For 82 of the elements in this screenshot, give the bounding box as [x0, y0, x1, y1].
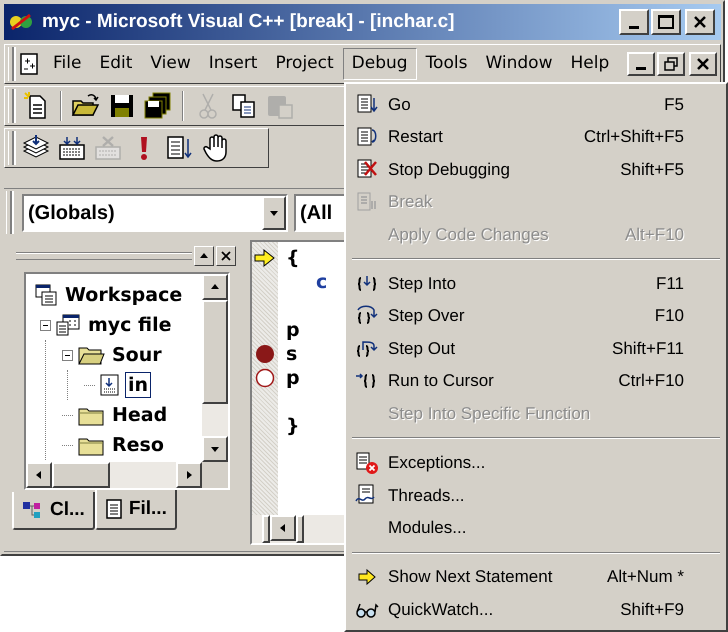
minimize-button[interactable] [619, 9, 649, 35]
exceptions-icon [355, 450, 379, 475]
code-text: { [286, 246, 300, 271]
source-file-icon [99, 373, 121, 397]
menu-item[interactable]: QuickWatch... Shift+F9 [346, 593, 726, 626]
code-text: } [286, 414, 300, 439]
menu-item[interactable]: Run to Cursor Ctrl+F10 [346, 364, 726, 398]
arrow-icon [356, 568, 378, 586]
scroll-button[interactable] [26, 462, 52, 488]
arrow-icon [253, 248, 277, 268]
disabled-breakpoint-icon [255, 368, 275, 388]
menu-item[interactable]: Go F5 [346, 88, 726, 121]
hand-icon[interactable] [202, 133, 230, 163]
tree-item[interactable]: Workspace [64, 282, 184, 308]
code-text: p [286, 318, 300, 343]
code-text: p [286, 366, 300, 391]
menu-item[interactable]: Project [266, 48, 343, 80]
menu-item[interactable]: Step Into F11 [346, 267, 726, 300]
restore-icon [664, 57, 678, 71]
code-keyword: c [316, 270, 328, 295]
close-button[interactable] [685, 9, 715, 35]
save-all-icon[interactable] [143, 91, 173, 121]
scroll-button[interactable] [270, 515, 296, 541]
toolbar-grip[interactable] [8, 89, 14, 123]
close-icon [221, 251, 231, 261]
close-icon [694, 16, 706, 28]
stop-debugging-icon [356, 158, 378, 180]
toolbar-grip[interactable] [8, 47, 14, 81]
menu-item[interactable]: Step Out Shift+F11 [346, 332, 726, 365]
breakpoint-icon [255, 344, 275, 364]
scrollbar-corner [202, 462, 228, 488]
maximize-button[interactable] [651, 9, 681, 35]
close-pane-button[interactable] [216, 246, 236, 266]
scroll-button[interactable] [202, 274, 228, 300]
project-icon [55, 313, 81, 337]
pane-tab[interactable]: Cl... [12, 492, 95, 530]
menu-item[interactable]: Stop Debugging Shift+F5 [346, 153, 726, 186]
menu-item[interactable]: Insert [200, 48, 266, 80]
menu-item[interactable]: Step Over F10 [346, 300, 726, 332]
restore-button[interactable] [657, 52, 685, 76]
menu-item[interactable]: Window [476, 48, 562, 80]
code-text: s [286, 342, 298, 367]
document-icon [18, 52, 40, 76]
scroll-button[interactable] [176, 462, 202, 488]
menu-item[interactable]: Tools [416, 48, 476, 80]
maximize-pane-button[interactable] [194, 246, 214, 266]
pane-tab[interactable]: Fil... [94, 490, 177, 530]
menu-item[interactable]: View [141, 48, 200, 80]
toolbar-grip[interactable] [6, 191, 12, 234]
collapse-toggle[interactable] [40, 320, 51, 330]
scroll-thumb[interactable] [296, 515, 304, 543]
tree-item[interactable]: Reso [109, 432, 167, 458]
menu-item[interactable]: Edit [90, 48, 142, 80]
menu-item[interactable]: Restart Ctrl+Shift+F5 [346, 120, 726, 154]
tree-item[interactable]: Head [109, 402, 170, 428]
close-icon [697, 58, 709, 70]
menu-item[interactable]: Threads... [346, 479, 726, 512]
tree-item[interactable]: Sour [109, 342, 165, 368]
dropdown-button[interactable] [262, 196, 286, 230]
menu-item[interactable]: Debug [342, 48, 417, 80]
menu-item[interactable]: Show Next Statement Alt+Num * [346, 560, 726, 594]
pane-grip[interactable] [16, 252, 192, 260]
document-icon [104, 498, 123, 520]
combo-box[interactable]: (Globals) [22, 194, 288, 232]
menu-item[interactable]: Help [561, 48, 618, 80]
menu-item[interactable]: Exceptions... [346, 446, 726, 480]
scroll-button[interactable] [202, 436, 228, 462]
tree-item[interactable]: myc file [85, 312, 175, 338]
minimize-button[interactable] [627, 52, 655, 76]
menu-item[interactable]: Modules... [346, 512, 726, 544]
window-title: myc - Microsoft Visual C++ [break] - [inchar.c] [42, 10, 456, 34]
close-button[interactable] [689, 52, 717, 76]
tree-item[interactable]: in [125, 372, 152, 398]
break-icon [356, 190, 378, 213]
vertical-scrollbar[interactable] [202, 274, 228, 462]
toolbar-grip[interactable] [8, 131, 14, 165]
go-icon [356, 93, 378, 116]
collapse-toggle[interactable] [62, 350, 73, 360]
menu-item[interactable]: File [44, 48, 90, 80]
restart-icon [356, 126, 378, 148]
horizontal-scrollbar[interactable] [26, 462, 228, 488]
splitter-handle[interactable] [262, 515, 270, 543]
